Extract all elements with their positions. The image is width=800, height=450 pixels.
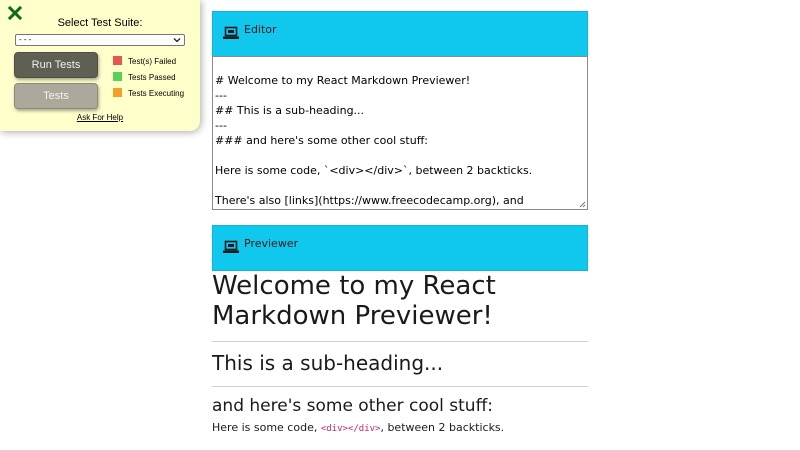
laptop-icon xyxy=(223,240,239,253)
test-suite-panel: Select Test Suite: - - - Run Tests Tests… xyxy=(0,0,200,131)
editor-line: --- xyxy=(215,89,227,102)
run-tests-button[interactable]: Run Tests xyxy=(14,52,98,78)
editor-line: --- xyxy=(215,119,227,132)
editor-line: There's also [links](https://www.freecod… xyxy=(215,194,524,207)
preview-heading-2: This is a sub-heading... xyxy=(212,351,588,387)
preview-text: Here is some code, xyxy=(212,421,321,434)
previewer-title: Previewer xyxy=(244,237,299,250)
preview-paragraph: Here is some code, <div></div>, between … xyxy=(212,421,588,436)
test-suite-select-value: - - - xyxy=(19,35,32,44)
preview-content: Welcome to my React Markdown Previewer! … xyxy=(212,271,588,436)
legend-failed: Test(s) Failed xyxy=(113,56,177,67)
resize-handle-icon[interactable] xyxy=(579,201,586,208)
executing-swatch xyxy=(113,88,122,98)
editor-line: Here is some code, `<div></div>`, betwee… xyxy=(215,164,533,177)
editor-title: Editor xyxy=(244,23,277,36)
legend-passed: Tests Passed xyxy=(113,72,176,83)
legend-executing: Tests Executing xyxy=(113,88,185,99)
failed-swatch xyxy=(113,56,122,66)
test-suite-title: Select Test Suite: xyxy=(57,17,143,29)
laptop-icon xyxy=(223,26,239,39)
preview-heading-1: Welcome to my React Markdown Previewer! xyxy=(212,271,588,342)
inline-code: <div></div> xyxy=(320,424,381,434)
editor-line: # Welcome to my React Markdown Previewer… xyxy=(215,74,471,87)
editor-line: ## This is a sub-heading... xyxy=(215,104,365,117)
legend-passed-label: Tests Passed xyxy=(128,73,176,82)
editor-line: ### and here's some other cool stuff: xyxy=(215,134,428,147)
preview-heading-3: and here's some other cool stuff: xyxy=(212,396,494,416)
test-suite-select[interactable]: - - - xyxy=(15,34,185,46)
editor-toolbar: Editor xyxy=(212,11,588,57)
legend-failed-label: Test(s) Failed xyxy=(128,57,177,66)
tests-button[interactable]: Tests xyxy=(14,83,98,109)
chevron-down-icon xyxy=(173,38,181,43)
ask-for-help-link[interactable]: Ask For Help xyxy=(0,113,200,122)
preview-text: , between 2 backticks. xyxy=(380,421,505,434)
editor-textarea[interactable]: # Welcome to my React Markdown Previewer… xyxy=(212,56,588,210)
previewer-toolbar: Previewer xyxy=(212,225,588,271)
passed-swatch xyxy=(113,72,122,82)
legend-executing-label: Tests Executing xyxy=(128,89,185,98)
